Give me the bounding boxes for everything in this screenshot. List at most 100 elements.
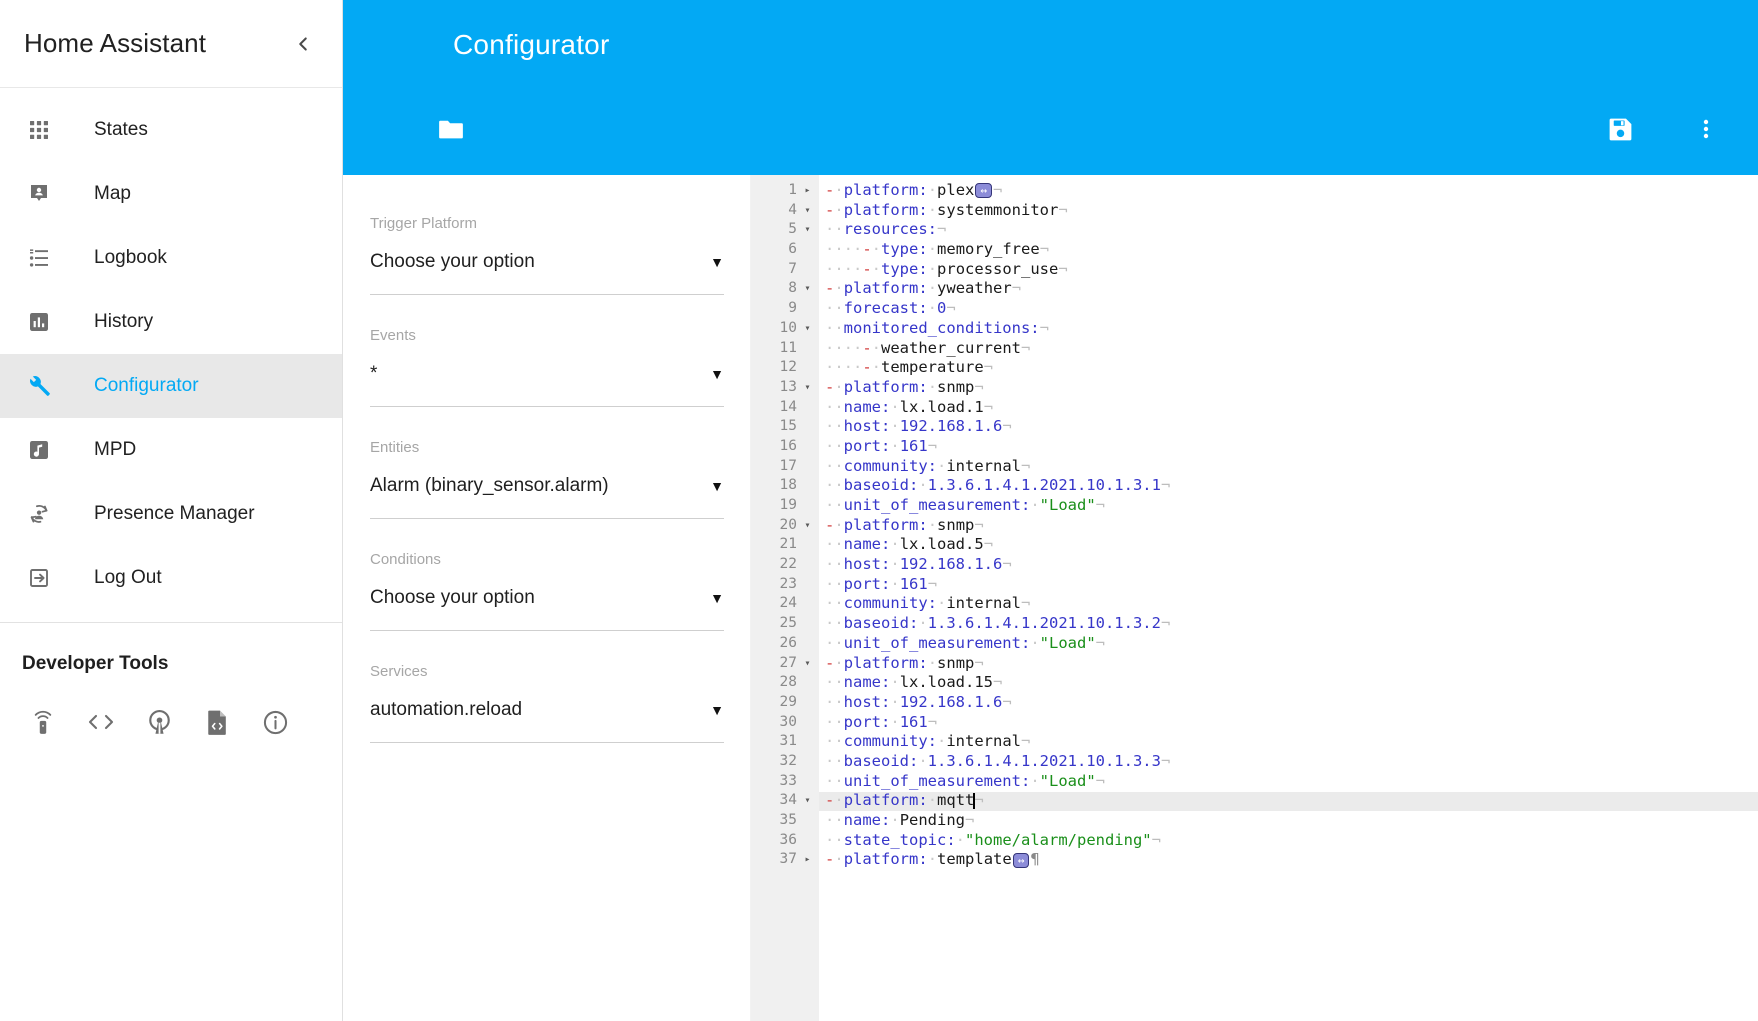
code-line[interactable]: ·· name: · lx.load.15 ¬ (819, 673, 1758, 693)
token-ws: · (890, 692, 900, 711)
code-line[interactable]: ·· name: · lx.load.1 ¬ (819, 398, 1758, 418)
code-line[interactable]: ···· - · temperature ¬ (819, 358, 1758, 378)
line-number: 37 ▸ (751, 850, 819, 870)
code-line[interactable]: - · platform: · snmp ¬ (819, 654, 1758, 674)
token-val: internal (946, 456, 1021, 475)
fold-widget[interactable]: ↔ (1012, 852, 1030, 868)
events-select[interactable]: * ▼ (370, 363, 724, 407)
line-number-value: 6 (788, 241, 797, 258)
code-line[interactable]: ·· host: · 192.168.1.6 ¬ (819, 555, 1758, 575)
fold-expanded-icon[interactable]: ▾ (800, 516, 815, 536)
sidebar-item-states[interactable]: States (0, 98, 342, 162)
token-ws: ···· (825, 259, 863, 278)
token-eol: ¬ (937, 220, 947, 239)
code-line[interactable]: ·· community: · internal ¬ (819, 457, 1758, 477)
token-dash: - (825, 377, 835, 396)
fold-collapsed-icon[interactable]: ▸ (800, 850, 815, 870)
sidebar-item-logbook[interactable]: Logbook (0, 226, 342, 290)
code-line[interactable]: ·· port: · 161 ¬ (819, 437, 1758, 457)
code-line[interactable]: ···· - · type: · memory_free ¬ (819, 240, 1758, 260)
token-ws: · (890, 555, 900, 574)
code-line[interactable]: ·· name: · Pending ¬ (819, 811, 1758, 831)
information-outline-icon[interactable] (246, 697, 304, 747)
code-line[interactable]: ·· monitored_conditions: ¬ (819, 319, 1758, 339)
sidebar-item-mpd[interactable]: MPD (0, 418, 342, 482)
sidebar-item-history[interactable]: History (0, 290, 342, 354)
fold-expanded-icon[interactable]: ▾ (800, 378, 815, 398)
trigger-platform-select[interactable]: Choose your option ▼ (370, 251, 724, 295)
code-line[interactable]: ·· resources: ¬ (819, 220, 1758, 240)
token-ws: · (927, 279, 938, 298)
conditions-select[interactable]: Choose your option ▼ (370, 587, 724, 631)
services-select[interactable]: automation.reload ▼ (370, 699, 724, 743)
line-number-value: 18 (779, 477, 797, 494)
file-code-icon[interactable] (188, 697, 246, 747)
token-key: unit_of_measurement: (843, 771, 1031, 790)
fold-collapsed-icon[interactable]: ▸ (800, 181, 815, 201)
fold-widget[interactable]: ↔ (975, 183, 992, 199)
code-line[interactable]: ·· state_topic: · "home/alarm/pending" ¬ (819, 831, 1758, 851)
code-line[interactable]: - · platform: · mqtt ¬ (819, 791, 1758, 811)
code-content[interactable]: - · platform: · plex ↔ ¬ - · platform: · systemmoni… (819, 175, 1758, 1021)
code-line[interactable]: ·· baseoid: · 1.3.6.1.4.1.2021.10.1.3.3 ¬ (819, 752, 1758, 772)
chevron-down-icon: ▼ (710, 254, 724, 270)
dots-vertical-icon[interactable] (1684, 107, 1728, 151)
code-line[interactable]: ·· unit_of_measurement: · "Load" ¬ (819, 496, 1758, 516)
line-number: 17· (751, 457, 819, 477)
token-key: monitored_conditions: (843, 318, 1040, 337)
entities-select[interactable]: Alarm (binary_sensor.alarm) ▼ (370, 475, 724, 519)
code-line[interactable]: - · platform: · template ↔ ¶ (819, 850, 1758, 870)
code-line[interactable]: ·· baseoid: · 1.3.6.1.4.1.2021.10.1.3.1 ¬ (819, 476, 1758, 496)
code-line[interactable]: ·· forecast: · 0 ¬ (819, 299, 1758, 319)
sidebar-item-log-out[interactable]: Log Out (0, 546, 342, 610)
code-line[interactable]: - · platform: · plex ↔ ¬ (819, 181, 1758, 201)
token-ws: · (890, 535, 900, 554)
token-eol: ¬ (1021, 456, 1031, 475)
code-editor[interactable]: 1▸4▾5▾6·7·8▾9·10▾11·12·13▾14·15·16·17·18… (750, 175, 1758, 1021)
fold-expanded-icon[interactable]: ▾ (800, 201, 815, 221)
line-number: 4 ▾ (751, 201, 819, 221)
music-note-box-icon (22, 433, 56, 467)
token-val: lx.load.5 (899, 535, 984, 554)
code-line[interactable]: ·· unit_of_measurement: · "Load" ¬ (819, 634, 1758, 654)
code-line[interactable]: - · platform: · yweather ¬ (819, 279, 1758, 299)
token-pilcrow: ¶ (1030, 850, 1040, 869)
code-line[interactable]: ·· community: · internal ¬ (819, 594, 1758, 614)
token-eol: ¬ (993, 673, 1003, 692)
fold-expanded-icon[interactable]: ▾ (800, 220, 815, 240)
fold-expanded-icon[interactable]: ▾ (800, 654, 815, 674)
code-line[interactable]: ·· baseoid: · 1.3.6.1.4.1.2021.10.1.3.2 ¬ (819, 614, 1758, 634)
sidebar-item-map[interactable]: Map (0, 162, 342, 226)
codemirror-surface[interactable]: 1▸4▾5▾6·7·8▾9·10▾11·12·13▾14·15·16·17·18… (751, 175, 1758, 1021)
code-line[interactable]: ···· - · weather_current ¬ (819, 339, 1758, 359)
code-line[interactable]: ···· - · type: · processor_use ¬ (819, 260, 1758, 280)
sidebar-item-presence-manager[interactable]: Presence Manager (0, 482, 342, 546)
code-tags-icon[interactable] (72, 697, 130, 747)
line-number-gutter[interactable]: 1▸4▾5▾6·7·8▾9·10▾11·12·13▾14·15·16·17·18… (751, 175, 819, 1021)
fold-expanded-icon[interactable]: ▾ (800, 791, 815, 811)
code-line[interactable]: ·· host: · 192.168.1.6 ¬ (819, 693, 1758, 713)
chevron-left-icon[interactable] (286, 27, 320, 61)
sidebar-item-configurator[interactable]: Configurator (0, 354, 342, 418)
folder-icon[interactable] (429, 107, 473, 151)
content-save-icon[interactable] (1598, 107, 1642, 151)
fold-expanded-icon[interactable]: ▾ (800, 319, 815, 339)
code-line[interactable]: ·· community: · internal ¬ (819, 732, 1758, 752)
code-line[interactable]: - · platform: · snmp ¬ (819, 378, 1758, 398)
editor-vertical-scrollbar[interactable] (1745, 175, 1758, 1021)
code-line[interactable]: ·· port: · 161 ¬ (819, 713, 1758, 733)
content-body: Trigger Platform Choose your option ▼ Ev… (343, 175, 1758, 1021)
token-ws: · (927, 181, 938, 199)
token-ws: · (918, 614, 928, 633)
code-line[interactable]: ·· port: · 161 ¬ (819, 575, 1758, 595)
code-line[interactable]: - · platform: · systemmonitor ¬ (819, 201, 1758, 221)
code-line[interactable]: ·· name: · lx.load.5 ¬ (819, 535, 1758, 555)
remote-icon[interactable] (14, 697, 72, 747)
token-key: name: (843, 673, 891, 692)
fold-placeholder: · (800, 811, 815, 831)
broadcast-icon[interactable] (130, 697, 188, 747)
code-line[interactable]: ·· unit_of_measurement: · "Load" ¬ (819, 772, 1758, 792)
fold-expanded-icon[interactable]: ▾ (800, 279, 815, 299)
code-line[interactable]: - · platform: · snmp ¬ (819, 516, 1758, 536)
code-line[interactable]: ·· host: · 192.168.1.6 ¬ (819, 417, 1758, 437)
